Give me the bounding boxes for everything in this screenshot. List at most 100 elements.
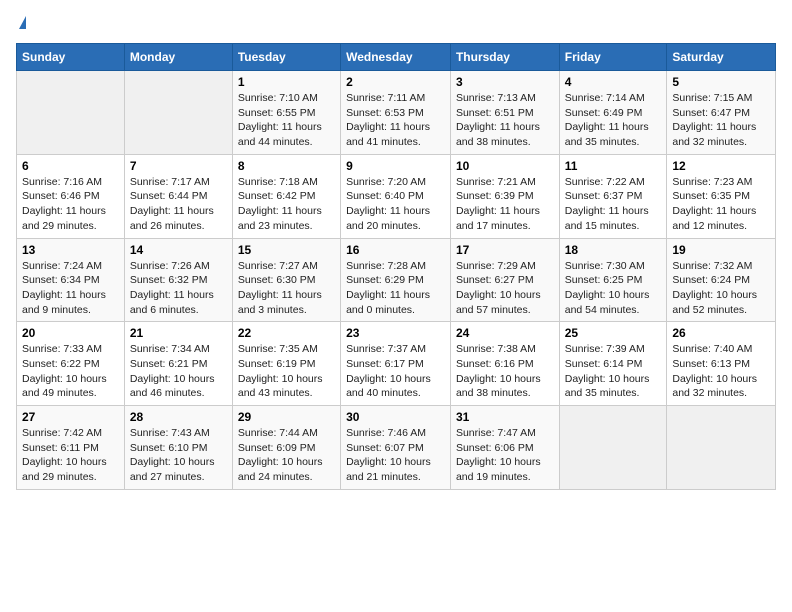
day-info: Sunrise: 7:28 AM Sunset: 6:29 PM Dayligh…: [346, 260, 430, 316]
day-info: Sunrise: 7:40 AM Sunset: 6:13 PM Dayligh…: [672, 343, 757, 399]
day-info: Sunrise: 7:13 AM Sunset: 6:51 PM Dayligh…: [456, 92, 540, 148]
week-row-1: 1 Sunrise: 7:10 AM Sunset: 6:55 PM Daylig…: [17, 71, 776, 155]
day-info: Sunrise: 7:37 AM Sunset: 6:17 PM Dayligh…: [346, 343, 431, 399]
day-info: Sunrise: 7:35 AM Sunset: 6:19 PM Dayligh…: [238, 343, 323, 399]
day-number: 7: [130, 159, 227, 173]
day-cell: 29Sunrise: 7:44 AM Sunset: 6:09 PM Dayli…: [232, 406, 340, 490]
day-info: Sunrise: 7:43 AM Sunset: 6:10 PM Dayligh…: [130, 427, 215, 483]
day-cell: 20Sunrise: 7:33 AM Sunset: 6:22 PM Dayli…: [17, 322, 125, 406]
day-cell: 1 Sunrise: 7:10 AM Sunset: 6:55 PM Daylig…: [232, 71, 340, 155]
day-number: 1: [238, 75, 335, 89]
day-cell: 12 Sunrise: 7:23 AM Sunset: 6:35 PM Dayli…: [667, 154, 776, 238]
day-cell: 15 Sunrise: 7:27 AM Sunset: 6:30 PM Dayli…: [232, 238, 340, 322]
day-number: 25: [565, 326, 662, 340]
day-cell: 30 Sunrise: 7:46 AM Sunset: 6:07 PM Dayli…: [341, 406, 451, 490]
day-number: 23: [346, 326, 445, 340]
day-number: 12: [672, 159, 770, 173]
day-cell: 13 Sunrise: 7:24 AM Sunset: 6:34 PM Dayli…: [17, 238, 125, 322]
day-info: Sunrise: 7:27 AM Sunset: 6:30 PM Dayligh…: [238, 260, 322, 316]
day-info: Sunrise: 7:47 AM Sunset: 6:06 PM Dayligh…: [456, 427, 541, 483]
day-number: 8: [238, 159, 335, 173]
day-info: Sunrise: 7:17 AM Sunset: 6:44 PM Dayligh…: [130, 176, 214, 232]
day-info: Sunrise: 7:30 AM Sunset: 6:25 PM Dayligh…: [565, 260, 650, 316]
day-cell: [667, 406, 776, 490]
day-number: 16: [346, 243, 445, 257]
day-info: Sunrise: 7:11 AM Sunset: 6:53 PM Dayligh…: [346, 92, 430, 148]
day-cell: 8 Sunrise: 7:18 AM Sunset: 6:42 PM Daylig…: [232, 154, 340, 238]
day-info: Sunrise: 7:29 AM Sunset: 6:27 PM Dayligh…: [456, 260, 541, 316]
week-row-3: 13 Sunrise: 7:24 AM Sunset: 6:34 PM Dayli…: [17, 238, 776, 322]
week-row-5: 27 Sunrise: 7:42 AM Sunset: 6:11 PM Dayli…: [17, 406, 776, 490]
day-number: 2: [346, 75, 445, 89]
day-number: 27: [22, 410, 119, 424]
day-cell: 25 Sunrise: 7:39 AM Sunset: 6:14 PM Dayli…: [559, 322, 667, 406]
day-info: Sunrise: 7:44 AM Sunset: 6:09 PM Dayligh…: [238, 427, 323, 483]
day-info: Sunrise: 7:34 AM Sunset: 6:21 PM Dayligh…: [130, 343, 215, 399]
day-number: 28: [130, 410, 227, 424]
day-cell: 24Sunrise: 7:38 AM Sunset: 6:16 PM Dayli…: [450, 322, 559, 406]
day-cell: 23 Sunrise: 7:37 AM Sunset: 6:17 PM Dayli…: [341, 322, 451, 406]
day-number: 26: [672, 326, 770, 340]
week-row-2: 6 Sunrise: 7:16 AM Sunset: 6:46 PM Daylig…: [17, 154, 776, 238]
day-cell: 3 Sunrise: 7:13 AM Sunset: 6:51 PM Daylig…: [450, 71, 559, 155]
day-number: 30: [346, 410, 445, 424]
day-info: Sunrise: 7:39 AM Sunset: 6:14 PM Dayligh…: [565, 343, 650, 399]
day-number: 4: [565, 75, 662, 89]
day-info: Sunrise: 7:46 AM Sunset: 6:07 PM Dayligh…: [346, 427, 431, 483]
day-cell: 19Sunrise: 7:32 AM Sunset: 6:24 PM Dayli…: [667, 238, 776, 322]
page-header: [16, 16, 776, 31]
day-number: 15: [238, 243, 335, 257]
day-info: Sunrise: 7:18 AM Sunset: 6:42 PM Dayligh…: [238, 176, 322, 232]
day-info: Sunrise: 7:14 AM Sunset: 6:49 PM Dayligh…: [565, 92, 649, 148]
day-cell: 5 Sunrise: 7:15 AM Sunset: 6:47 PM Daylig…: [667, 71, 776, 155]
day-cell: 31 Sunrise: 7:47 AM Sunset: 6:06 PM Dayli…: [450, 406, 559, 490]
day-number: 5: [672, 75, 770, 89]
day-number: 22: [238, 326, 335, 340]
logo-triangle-icon: [19, 16, 26, 29]
calendar-table: SundayMondayTuesdayWednesdayThursdayFrid…: [16, 43, 776, 490]
day-info: Sunrise: 7:42 AM Sunset: 6:11 PM Dayligh…: [22, 427, 107, 483]
day-info: Sunrise: 7:16 AM Sunset: 6:46 PM Dayligh…: [22, 176, 106, 232]
header-cell-friday: Friday: [559, 44, 667, 71]
header-cell-sunday: Sunday: [17, 44, 125, 71]
header-cell-saturday: Saturday: [667, 44, 776, 71]
day-cell: 9 Sunrise: 7:20 AM Sunset: 6:40 PM Daylig…: [341, 154, 451, 238]
day-cell: 28 Sunrise: 7:43 AM Sunset: 6:10 PM Dayli…: [124, 406, 232, 490]
day-number: 20: [22, 326, 119, 340]
day-number: 31: [456, 410, 554, 424]
day-cell: 10Sunrise: 7:21 AM Sunset: 6:39 PM Dayli…: [450, 154, 559, 238]
day-cell: 14Sunrise: 7:26 AM Sunset: 6:32 PM Dayli…: [124, 238, 232, 322]
day-number: 9: [346, 159, 445, 173]
day-cell: 21Sunrise: 7:34 AM Sunset: 6:21 PM Dayli…: [124, 322, 232, 406]
day-cell: 7 Sunrise: 7:17 AM Sunset: 6:44 PM Daylig…: [124, 154, 232, 238]
day-cell: 27 Sunrise: 7:42 AM Sunset: 6:11 PM Dayli…: [17, 406, 125, 490]
day-info: Sunrise: 7:20 AM Sunset: 6:40 PM Dayligh…: [346, 176, 430, 232]
day-number: 11: [565, 159, 662, 173]
header-cell-tuesday: Tuesday: [232, 44, 340, 71]
day-cell: 11Sunrise: 7:22 AM Sunset: 6:37 PM Dayli…: [559, 154, 667, 238]
header-cell-wednesday: Wednesday: [341, 44, 451, 71]
day-info: Sunrise: 7:26 AM Sunset: 6:32 PM Dayligh…: [130, 260, 214, 316]
day-info: Sunrise: 7:23 AM Sunset: 6:35 PM Dayligh…: [672, 176, 756, 232]
day-cell: [124, 71, 232, 155]
day-info: Sunrise: 7:38 AM Sunset: 6:16 PM Dayligh…: [456, 343, 541, 399]
header-row: SundayMondayTuesdayWednesdayThursdayFrid…: [17, 44, 776, 71]
day-info: Sunrise: 7:10 AM Sunset: 6:55 PM Dayligh…: [238, 92, 322, 148]
day-number: 10: [456, 159, 554, 173]
week-row-4: 20Sunrise: 7:33 AM Sunset: 6:22 PM Dayli…: [17, 322, 776, 406]
day-number: 18: [565, 243, 662, 257]
day-cell: 16 Sunrise: 7:28 AM Sunset: 6:29 PM Dayli…: [341, 238, 451, 322]
header-cell-monday: Monday: [124, 44, 232, 71]
day-info: Sunrise: 7:15 AM Sunset: 6:47 PM Dayligh…: [672, 92, 756, 148]
day-number: 3: [456, 75, 554, 89]
day-cell: [559, 406, 667, 490]
day-number: 6: [22, 159, 119, 173]
day-number: 17: [456, 243, 554, 257]
day-number: 13: [22, 243, 119, 257]
header-cell-thursday: Thursday: [450, 44, 559, 71]
day-cell: 4 Sunrise: 7:14 AM Sunset: 6:49 PM Daylig…: [559, 71, 667, 155]
logo: [16, 16, 26, 31]
day-info: Sunrise: 7:32 AM Sunset: 6:24 PM Dayligh…: [672, 260, 757, 316]
day-cell: 26 Sunrise: 7:40 AM Sunset: 6:13 PM Dayli…: [667, 322, 776, 406]
day-info: Sunrise: 7:24 AM Sunset: 6:34 PM Dayligh…: [22, 260, 106, 316]
